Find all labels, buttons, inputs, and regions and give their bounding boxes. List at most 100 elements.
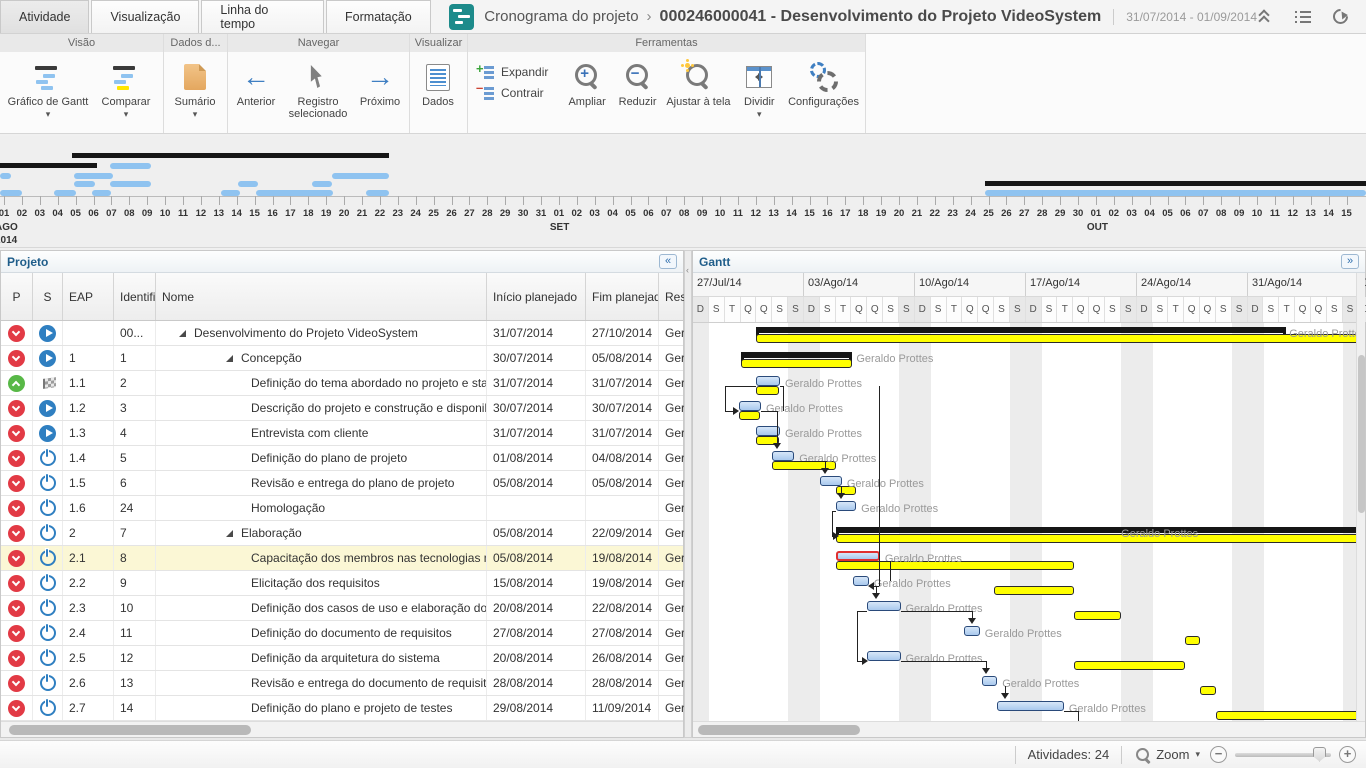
gantt-planned-bar[interactable] xyxy=(1074,661,1185,670)
gantt-actual-bar[interactable] xyxy=(997,701,1064,711)
collapse-ribbon-icon[interactable] xyxy=(1257,10,1273,24)
dados-button[interactable]: Dados xyxy=(412,56,464,110)
zoom-label[interactable]: Zoom xyxy=(1156,747,1189,762)
gantt-planned-bar[interactable] xyxy=(836,534,1365,543)
gantt-actual-bar[interactable] xyxy=(739,401,761,411)
table-row[interactable]: 2.411Definição do documento de requisito… xyxy=(1,621,683,646)
zoom-in-button[interactable]: + xyxy=(1339,746,1356,763)
column-header[interactable]: S xyxy=(33,273,63,320)
reduzir-button[interactable]: − Reduzir xyxy=(613,56,663,110)
timeline-overview[interactable]: 01AGO20140203040506070809101112131415161… xyxy=(0,136,1366,248)
configuracoes-button[interactable]: Configurações xyxy=(784,56,863,110)
column-header[interactable]: Identific xyxy=(114,273,156,320)
gantt-actual-bar[interactable] xyxy=(836,551,880,561)
scrollbar-thumb[interactable] xyxy=(698,725,860,735)
splitter-collapse-icon[interactable]: ‹ xyxy=(686,265,689,275)
sumario-button[interactable]: Sumário ▾ xyxy=(166,56,224,120)
arrow-left-icon: ← xyxy=(242,62,270,92)
column-header[interactable]: Nome xyxy=(156,273,487,320)
gantt-planned-bar[interactable] xyxy=(1185,636,1201,645)
gantt-summary-bar[interactable] xyxy=(756,327,1286,333)
gantt-planned-bar[interactable] xyxy=(741,359,852,368)
gantt-actual-bar[interactable] xyxy=(756,376,780,386)
column-header[interactable]: EAP xyxy=(63,273,114,320)
gantt-chart-button[interactable]: Gráfico de Gantt ▾ xyxy=(2,56,94,120)
ampliar-button[interactable]: + Ampliar xyxy=(561,56,612,110)
proximo-button[interactable]: → Próximo xyxy=(354,56,406,110)
table-row[interactable]: 1.624HomologaçãoGeraldo Prottes xyxy=(1,496,683,521)
gantt-planned-bar[interactable] xyxy=(739,411,760,420)
table-row[interactable]: 2.310Definição dos casos de uso e elabor… xyxy=(1,596,683,621)
table-row[interactable]: 2.18Capacitação dos membros nas tecnolog… xyxy=(1,546,683,571)
table-row[interactable]: 11Concepção30/07/201405/08/2014Geraldo P… xyxy=(1,346,683,371)
table-row[interactable]: 2.613Revisão e entrega do documento de r… xyxy=(1,671,683,696)
gantt-actual-bar[interactable] xyxy=(820,476,842,486)
list-menu-icon[interactable] xyxy=(1295,11,1311,23)
table-row[interactable]: 2.29Elicitação dos requisitos15/08/20141… xyxy=(1,571,683,596)
table-row[interactable]: 27Elaboração05/08/201422/09/2014Geraldo … xyxy=(1,521,683,546)
identifier-cell: 12 xyxy=(114,646,156,670)
breadcrumb[interactable]: Cronograma do projeto xyxy=(484,8,638,25)
zoom-slider-knob[interactable] xyxy=(1313,747,1326,762)
identifier-cell: 3 xyxy=(114,396,156,420)
tab-visualizacao[interactable]: Visualização xyxy=(91,0,199,33)
gantt-actual-bar[interactable] xyxy=(964,626,980,636)
gantt-actual-bar[interactable] xyxy=(853,576,869,586)
tab-atividade[interactable]: Atividade xyxy=(0,0,89,33)
zoom-out-button[interactable]: − xyxy=(1210,746,1227,763)
gantt-planned-bar[interactable] xyxy=(1216,711,1365,720)
gantt-actual-bar[interactable] xyxy=(836,501,857,511)
gantt-planned-bar[interactable] xyxy=(756,386,778,395)
gantt-summary-bar[interactable] xyxy=(836,527,1365,533)
chevron-down-icon[interactable]: ▾ xyxy=(1195,749,1200,760)
responsible-cell: Geraldo Prottes xyxy=(659,621,685,645)
table-row[interactable]: 1.34Entrevista com cliente31/07/201431/0… xyxy=(1,421,683,446)
tree-expand-icon[interactable] xyxy=(226,530,233,537)
table-row[interactable]: 00...Desenvolvimento do Projeto VideoSys… xyxy=(1,321,683,346)
table-row[interactable]: 1.56Revisão e entrega do plano de projet… xyxy=(1,471,683,496)
gantt-actual-bar[interactable] xyxy=(772,451,794,461)
gantt-actual-bar[interactable] xyxy=(867,601,900,611)
expand-panel-button[interactable]: » xyxy=(1341,254,1359,269)
comparar-button[interactable]: Comparar ▾ xyxy=(94,56,158,120)
gantt-summary-bar[interactable] xyxy=(741,352,852,358)
refresh-icon[interactable] xyxy=(1330,6,1351,27)
gantt-vertical-scrollbar[interactable] xyxy=(1356,273,1365,721)
planned-start-cell: 05/08/2014 xyxy=(487,546,586,570)
dividir-button[interactable]: Dividir ▾ xyxy=(735,56,785,120)
gantt-planned-bar[interactable] xyxy=(756,334,1365,343)
tab-linha-do-tempo[interactable]: Linha do tempo xyxy=(201,0,324,33)
scrollbar-thumb[interactable] xyxy=(9,725,251,735)
table-row[interactable]: 2.714Definição do plano e projeto de tes… xyxy=(1,696,683,721)
gantt-horizontal-scrollbar[interactable] xyxy=(693,721,1365,737)
contrair-button[interactable]: Contrair xyxy=(478,85,555,100)
tab-formatacao[interactable]: Formatação xyxy=(326,0,431,33)
column-header[interactable]: Início planejado xyxy=(487,273,586,320)
zoom-slider[interactable] xyxy=(1235,753,1331,757)
gantt-planned-bar[interactable] xyxy=(994,586,1073,595)
registro-selecionado-button[interactable]: Registro selecionado xyxy=(282,56,354,122)
gantt-actual-bar[interactable] xyxy=(982,676,998,686)
table-row[interactable]: 1.45Definição do plano de projeto01/08/2… xyxy=(1,446,683,471)
scrollbar-thumb[interactable] xyxy=(1358,355,1365,513)
tree-expand-icon[interactable] xyxy=(179,330,186,337)
axis-tick xyxy=(917,196,918,205)
anterior-button[interactable]: ← Anterior xyxy=(230,56,282,110)
gantt-planned-bar[interactable] xyxy=(1074,611,1122,620)
table-horizontal-scrollbar[interactable] xyxy=(1,721,683,737)
responsible-cell: Geraldo Prottes xyxy=(659,346,685,370)
gantt-chart-body[interactable]: Geraldo ProttesGeraldo ProttesGeraldo Pr… xyxy=(693,323,1365,723)
column-header[interactable]: Fim planejado xyxy=(586,273,659,320)
tree-expand-icon[interactable] xyxy=(226,355,233,362)
table-row[interactable]: 1.23Descrição do projeto e construção e … xyxy=(1,396,683,421)
gantt-actual-bar[interactable] xyxy=(867,651,900,661)
column-header[interactable]: P xyxy=(1,273,33,320)
table-row[interactable]: 2.512Definição da arquitetura do sistema… xyxy=(1,646,683,671)
expandir-button[interactable]: Expandir xyxy=(478,64,555,79)
panel-splitter[interactable]: ‹ xyxy=(684,250,692,738)
table-row[interactable]: 1.12Definição do tema abordado no projet… xyxy=(1,371,683,396)
ajustar-tela-button[interactable]: Ajustar à tela xyxy=(662,56,734,110)
gantt-planned-bar[interactable] xyxy=(1200,686,1216,695)
column-header[interactable]: Responsável xyxy=(659,273,685,320)
collapse-panel-button[interactable]: « xyxy=(659,254,677,269)
